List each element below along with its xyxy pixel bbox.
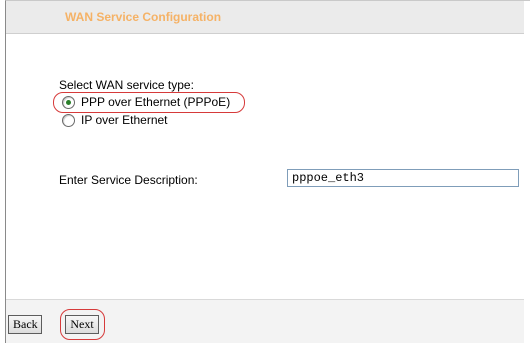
- next-button[interactable]: Next: [65, 315, 99, 334]
- radio-option-ipoe[interactable]: IP over Ethernet: [62, 112, 168, 128]
- service-type-prompt: Select WAN service type:: [59, 78, 194, 92]
- back-button[interactable]: Back: [8, 315, 42, 334]
- page-title: WAN Service Configuration: [65, 10, 222, 24]
- radio-button-ipoe[interactable]: [62, 113, 75, 127]
- radio-label-ipoe: IP over Ethernet: [81, 113, 168, 127]
- section-header: WAN Service Configuration: [6, 1, 524, 34]
- service-description-input[interactable]: pppoe_eth3: [287, 169, 519, 187]
- radio-option-pppoe[interactable]: PPP over Ethernet (PPPoE): [62, 94, 230, 110]
- radio-button-pppoe[interactable]: [62, 95, 75, 109]
- radio-label-pppoe: PPP over Ethernet (PPPoE): [81, 95, 231, 109]
- service-description-label: Enter Service Description:: [59, 173, 198, 187]
